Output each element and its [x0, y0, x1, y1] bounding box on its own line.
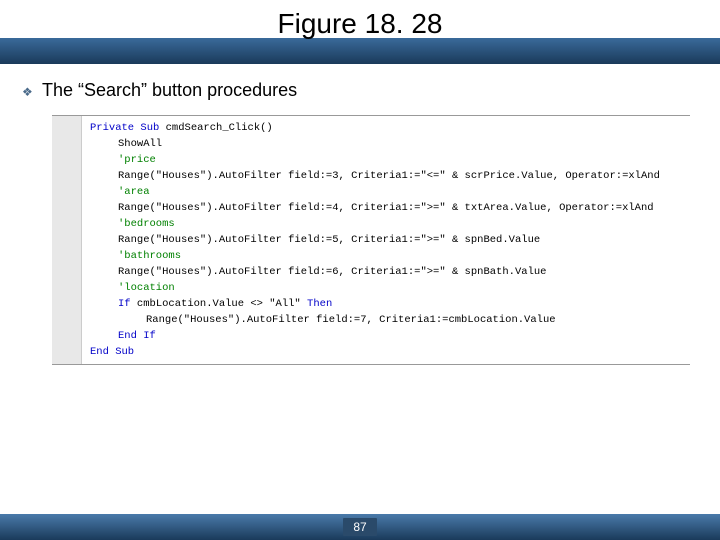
code-block: Private Sub cmdSearch_Click()ShowAll'pri… — [52, 115, 690, 365]
code-lines: Private Sub cmdSearch_Click()ShowAll'pri… — [52, 116, 690, 364]
code-line: End If — [90, 328, 690, 344]
slide-footer: 87 — [0, 514, 720, 540]
code-line: 'area — [90, 184, 690, 200]
slide-header: Figure 18. 28 — [0, 0, 720, 62]
code-line: 'price — [90, 152, 690, 168]
bullet-text: The “Search” button procedures — [42, 80, 297, 101]
code-line: If cmbLocation.Value <> "All" Then — [90, 296, 690, 312]
code-line: Range("Houses").AutoFilter field:=4, Cri… — [90, 200, 690, 216]
bullet-row: ❖ The “Search” button procedures — [22, 80, 700, 101]
slide-title: Figure 18. 28 — [0, 8, 720, 40]
diamond-bullet-icon: ❖ — [22, 86, 32, 96]
code-line: 'bathrooms — [90, 248, 690, 264]
slide-content: ❖ The “Search” button procedures Private… — [0, 62, 720, 365]
code-line: ShowAll — [90, 136, 690, 152]
code-line: End Sub — [90, 344, 690, 360]
code-line: Range("Houses").AutoFilter field:=5, Cri… — [90, 232, 690, 248]
header-gradient — [0, 38, 720, 64]
code-line: 'bedrooms — [90, 216, 690, 232]
code-line: Range("Houses").AutoFilter field:=3, Cri… — [90, 168, 690, 184]
code-gutter — [52, 116, 82, 364]
page-number: 87 — [343, 518, 376, 536]
code-line: Private Sub cmdSearch_Click() — [90, 120, 690, 136]
code-line: Range("Houses").AutoFilter field:=6, Cri… — [90, 264, 690, 280]
code-line: Range("Houses").AutoFilter field:=7, Cri… — [90, 312, 690, 328]
code-line: 'location — [90, 280, 690, 296]
